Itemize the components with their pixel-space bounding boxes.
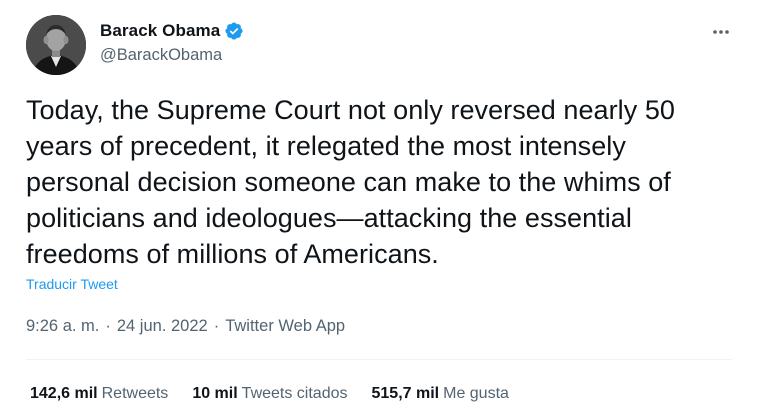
translate-tweet-link[interactable]: Traducir Tweet — [26, 276, 118, 292]
tweet-text: Today, the Supreme Court not only revers… — [26, 92, 746, 272]
verified-badge-icon — [224, 21, 244, 41]
avatar[interactable] — [26, 15, 86, 75]
author-block: Barack Obama @BarackObama — [100, 20, 244, 65]
tweet-time[interactable]: 9:26 a. m. — [26, 317, 99, 335]
meta-separator: · — [105, 317, 111, 335]
tweet-text-line: politicians and ideologues—attacking the… — [26, 203, 632, 233]
tweet-meta: 9:26 a. m. · 24 jun. 2022 · Twitter Web App — [26, 317, 345, 336]
more-options-button[interactable] — [709, 20, 733, 44]
retweets-stat[interactable]: 142,6 mil Retweets — [30, 385, 168, 403]
quote-tweets-count: 10 mil — [192, 385, 238, 402]
quote-tweets-stat[interactable]: 10 mil Tweets citados — [192, 385, 347, 403]
author-name[interactable]: Barack Obama — [100, 21, 220, 41]
more-horizontal-icon — [713, 30, 729, 34]
author-handle[interactable]: @BarackObama — [100, 46, 244, 65]
tweet-date[interactable]: 24 jun. 2022 — [117, 317, 208, 335]
retweets-count: 142,6 mil — [30, 385, 98, 402]
likes-label: Me gusta — [443, 385, 509, 402]
name-row: Barack Obama — [100, 20, 244, 42]
tweet-text-line: freedoms of millions of Americans. — [26, 239, 439, 269]
tweet-stats: 142,6 mil Retweets 10 mil Tweets citados 5… — [30, 385, 509, 403]
tweet-text-line: personal decision someone can make to th… — [26, 167, 671, 197]
likes-stat[interactable]: 515,7 mil Me gusta — [372, 385, 509, 403]
meta-separator: · — [213, 317, 220, 335]
avatar-image — [26, 15, 86, 75]
tweet-source-link[interactable]: Twitter Web App — [225, 317, 345, 335]
likes-count: 515,7 mil — [371, 385, 440, 402]
tweet-text-line: Today, the Supreme Court not only revers… — [26, 95, 675, 125]
divider — [26, 359, 732, 360]
tweet-text-line: years of precedent, it relegated the mos… — [26, 131, 626, 161]
retweets-label: Retweets — [101, 385, 169, 402]
quote-tweets-label: Tweets citados — [241, 385, 348, 402]
